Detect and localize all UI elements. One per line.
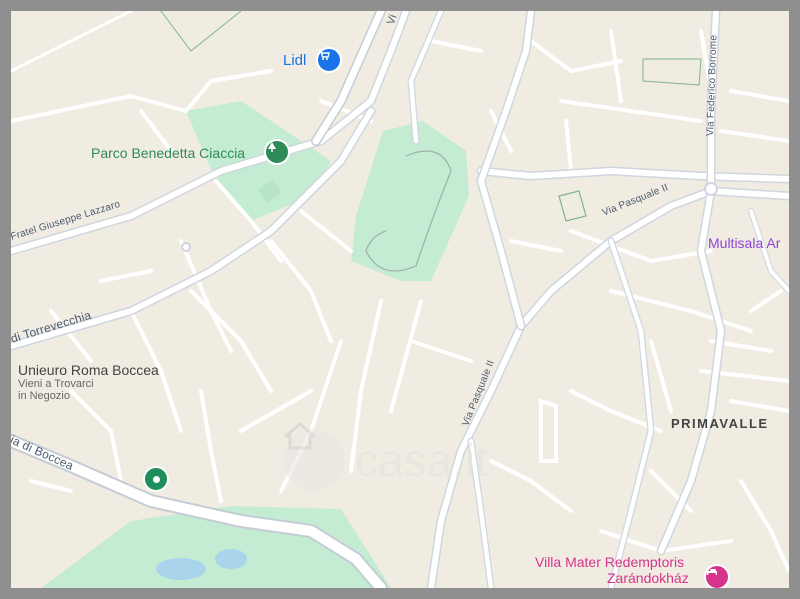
map-graphics [11, 11, 789, 588]
shopping-cart-icon[interactable] [316, 47, 342, 73]
water-area [215, 549, 247, 569]
poi-villa-label-1[interactable]: Villa Mater Redemptoris [535, 555, 684, 569]
park-path [160, 11, 242, 52]
hotel-bed-icon[interactable] [704, 564, 730, 588]
poi-multisala-label[interactable]: Multisala Ar [708, 236, 780, 250]
poi-lidl-label[interactable]: Lidl [283, 53, 306, 68]
watermark-text: casa.it [355, 434, 488, 486]
district-label: PRIMAVALLE [671, 416, 769, 431]
poi-villa-label-2[interactable]: Zarándokház [607, 571, 689, 585]
poi-unieuro-subtitle-2: in Negozio [18, 390, 70, 402]
park-area [351, 121, 469, 281]
place-pin-icon[interactable] [143, 466, 169, 492]
water-area [156, 558, 206, 580]
tree-icon[interactable] [264, 139, 290, 165]
house-icon [283, 422, 345, 491]
watermark: casa.it [283, 421, 531, 499]
park-path [558, 190, 587, 222]
map-frame: Via Federico Borrome Via Pasquale II Via… [0, 0, 800, 599]
park-path [642, 58, 702, 86]
poi-unieuro-label[interactable]: Unieuro Roma Boccea [18, 363, 159, 377]
roundabout [181, 242, 191, 252]
map-canvas[interactable]: Via Federico Borrome Via Pasquale II Via… [11, 11, 789, 588]
poi-unieuro-subtitle-1: Vieni a Trovarci [18, 378, 94, 390]
pin-dot [152, 475, 160, 483]
roundabout [704, 182, 718, 196]
poi-parco-label[interactable]: Parco Benedetta Ciaccia [91, 146, 245, 160]
